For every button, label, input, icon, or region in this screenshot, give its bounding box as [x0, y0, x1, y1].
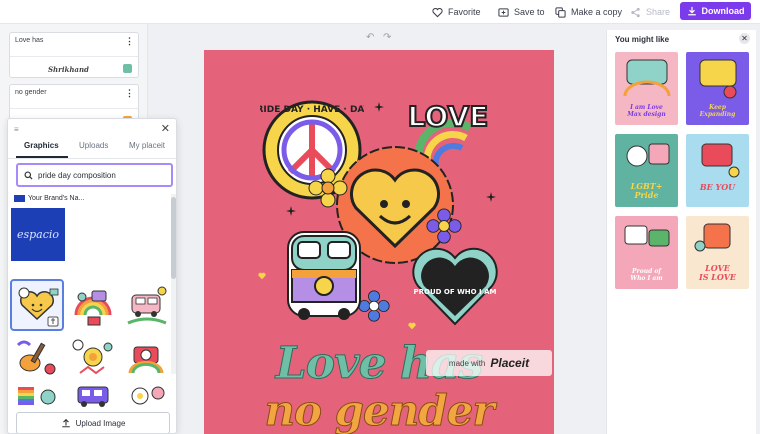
small-heart-icon — [408, 322, 416, 330]
flags-graphic — [18, 387, 56, 405]
suggestion-card-text: I am Love Max design — [627, 104, 666, 118]
suggestion-card[interactable]: BE YOU — [686, 134, 749, 207]
favorite-button[interactable]: Favorite — [432, 4, 481, 20]
close-icon[interactable]: ✕ — [739, 33, 750, 44]
scrollbar-thumb[interactable] — [171, 197, 176, 279]
redo-icon[interactable]: ↷ — [383, 32, 391, 43]
suggestion-card-text: LGBT+ Pride — [630, 181, 663, 200]
daisy-graphic — [131, 386, 165, 405]
divider — [10, 56, 138, 57]
heart-icon — [432, 7, 443, 17]
suggestion-card[interactable]: I am Love Max design — [615, 52, 678, 125]
sparkle-icon — [374, 102, 384, 112]
text-field-value: no gender — [15, 89, 47, 96]
download-icon — [687, 6, 696, 16]
graphic-thumbnail[interactable] — [122, 381, 172, 411]
graphic-thumbnail[interactable] — [10, 279, 64, 331]
drag-handle-icon[interactable]: ≡ — [14, 125, 19, 134]
font-name[interactable]: Shrikhand — [48, 65, 89, 74]
design-canvas[interactable]: PRIDE DAY · HAVE · DAY! LOVE — [204, 50, 554, 434]
suggestion-card[interactable]: Proud of Who I am — [615, 216, 678, 289]
smiley-heart-graphic — [12, 281, 62, 329]
rainbow-graphic — [74, 290, 112, 326]
watermark-brand: Placeit — [490, 356, 530, 370]
brand-kit-row: Your Brand's Na... — [14, 195, 84, 202]
proud-heart-sticker[interactable]: PROUD OF WHO I AM — [410, 240, 500, 330]
flower-graphic — [72, 339, 113, 375]
share-icon — [631, 7, 640, 17]
graphic-thumbnail[interactable] — [68, 281, 118, 329]
graphic-thumbnail[interactable] — [68, 333, 118, 381]
share-label: Share — [646, 7, 671, 17]
suggestion-card[interactable]: LOVE IS LOVE — [686, 216, 749, 289]
close-icon[interactable]: ✕ — [161, 122, 170, 135]
search-value: pride day composition — [38, 170, 116, 180]
placeit-watermark: made with Placeit — [426, 350, 552, 376]
graphic-thumbnail[interactable] — [12, 333, 62, 381]
suggestions-title: You might like — [615, 35, 670, 44]
favorite-label: Favorite — [448, 7, 481, 17]
top-toolbar: Favorite Save to Make a copy Share Downl… — [0, 0, 760, 24]
upload-icon — [61, 418, 70, 428]
tab-uploads[interactable]: Uploads — [79, 141, 108, 150]
save-to-button[interactable]: Save to — [498, 4, 545, 20]
graphic-thumbnail[interactable] — [12, 381, 62, 411]
headline-line-2[interactable]: no gender — [204, 386, 554, 434]
share-button[interactable]: Share — [630, 4, 670, 20]
suggestions-panel: You might like ✕ I am Love Max design Kee… — [606, 30, 756, 434]
hippie-van-sticker[interactable] — [282, 228, 366, 326]
tab-my-placeit[interactable]: My placeit — [129, 141, 165, 150]
make-copy-label: Make a copy — [571, 7, 623, 17]
suggestion-artwork — [701, 143, 740, 178]
guitar-graphic — [16, 340, 56, 375]
brand-tile-text: espacio — [16, 228, 60, 241]
upload-image-button[interactable]: Upload Image — [16, 412, 170, 433]
pride-day-badge-text: PRIDE DAY · HAVE · DAY! — [260, 105, 364, 115]
sparkle-icon — [286, 206, 296, 216]
suggestion-card-text: Proud of Who I am — [630, 268, 663, 282]
graphic-thumbnail[interactable] — [68, 381, 118, 411]
suggestion-card[interactable]: Keep Expanding — [686, 52, 749, 125]
suggestion-card-text: BE YOU — [699, 182, 736, 192]
make-copy-button[interactable]: Make a copy — [555, 4, 622, 20]
sparkle-icon — [486, 192, 496, 202]
daisy-sticker[interactable] — [308, 168, 348, 208]
brand-logo-tile[interactable]: espacio — [11, 208, 65, 261]
divider — [8, 158, 176, 159]
watermark-prefix: made with — [448, 358, 486, 368]
text-field-value: Love has — [15, 37, 44, 44]
upload-image-label: Upload Image — [75, 418, 126, 428]
more-options-icon[interactable]: ⋮ — [125, 88, 134, 99]
purple-flower-sticker[interactable] — [426, 208, 462, 244]
copy-icon — [555, 6, 566, 18]
active-tab-indicator — [16, 156, 68, 158]
camera-graphic — [128, 346, 164, 374]
download-label: Download — [701, 6, 745, 16]
search-input[interactable]: pride day composition — [16, 163, 173, 187]
suggestion-card-text: Keep Expanding — [699, 104, 736, 118]
undo-icon[interactable]: ↶ — [366, 32, 374, 43]
text-field-card-1[interactable]: Love has ⋮ Shrikhand — [9, 32, 139, 78]
folder-icon — [498, 7, 509, 17]
suggestion-card[interactable]: LGBT+ Pride — [615, 134, 678, 207]
graphic-thumbnail[interactable] — [122, 281, 172, 329]
brand-name: Your Brand's Na... — [28, 195, 85, 202]
love-sticker-text: LOVE — [408, 100, 489, 133]
small-heart-icon — [258, 272, 266, 280]
suggestion-card-text: LOVE IS LOVE — [698, 263, 737, 282]
save-to-label: Save to — [514, 7, 545, 17]
proud-heart-text: PROUD OF WHO I AM — [414, 288, 497, 296]
graphic-thumbnail[interactable] — [122, 333, 172, 381]
bus-graphic — [77, 386, 109, 407]
more-options-icon[interactable]: ⋮ — [125, 36, 134, 47]
brand-logo-icon — [14, 195, 25, 202]
tab-graphics[interactable]: Graphics — [24, 141, 59, 150]
van-graphic — [127, 286, 167, 325]
color-swatch[interactable] — [123, 64, 132, 73]
divider — [10, 108, 138, 109]
download-button[interactable]: Download — [680, 2, 751, 20]
search-icon — [24, 170, 33, 180]
graphics-panel: ≡ ✕ Graphics Uploads My placeit pride da… — [7, 118, 177, 434]
